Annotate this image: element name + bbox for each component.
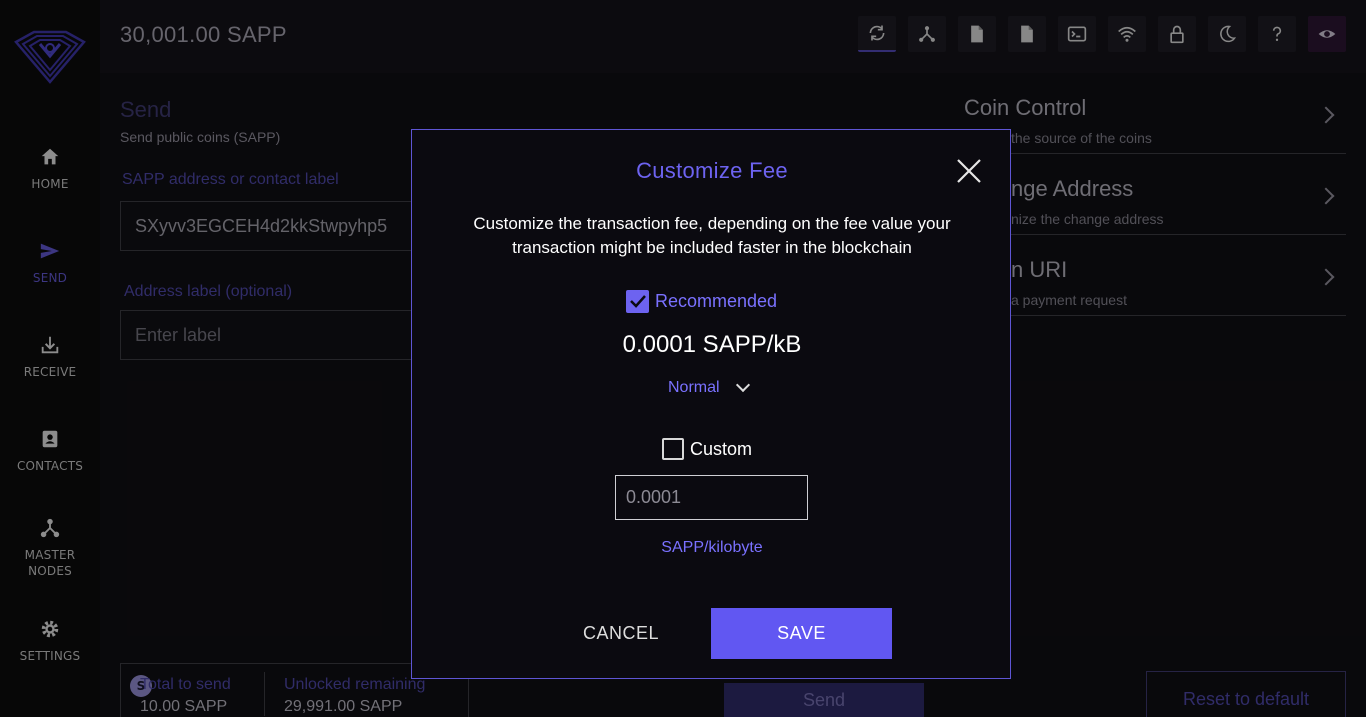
chevron-down-icon	[735, 377, 750, 393]
checkmark-icon	[629, 295, 646, 308]
cancel-button[interactable]: CANCEL	[562, 608, 680, 658]
dialog-title: Customize Fee	[636, 158, 788, 183]
dialog-description: Customize the transaction fee, depending…	[473, 214, 951, 257]
fee-speed-dropdown[interactable]: Normal	[668, 377, 750, 398]
customize-fee-dialog: Customize Fee Customize the transaction …	[411, 129, 1011, 679]
recommended-label: Recommended	[655, 290, 778, 311]
fee-speed-value: Normal	[668, 379, 720, 396]
custom-checkbox[interactable]	[662, 438, 684, 460]
custom-option[interactable]: Custom	[662, 437, 752, 461]
save-button[interactable]: SAVE	[711, 608, 892, 659]
close-icon[interactable]	[954, 156, 984, 186]
recommended-checkbox[interactable]	[626, 289, 649, 313]
recommended-fee-value: 0.0001 SAPP/kB	[622, 331, 802, 358]
recommended-option[interactable]: Recommended	[626, 289, 777, 313]
custom-fee-input[interactable]	[615, 475, 808, 520]
custom-label: Custom	[690, 438, 753, 459]
fee-unit-label: SAPP/kilobyte	[661, 539, 763, 556]
